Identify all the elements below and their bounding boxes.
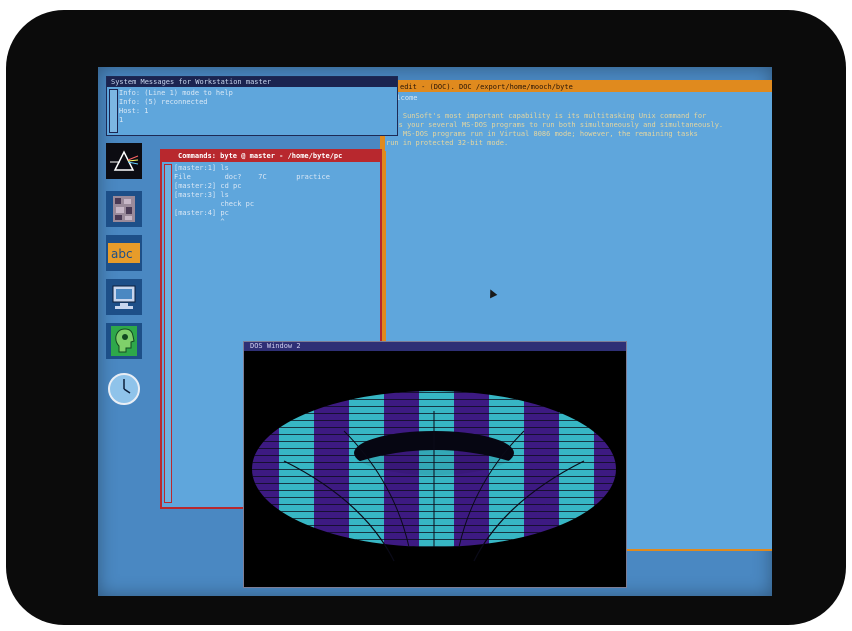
dos-window[interactable]: DOS Window 2 [243,341,627,588]
document-window-title[interactable]: edit - (DOC). DOC /export/home/mooch/byt… [382,82,772,92]
document-line: All MS-DOS programs run in Virtual 8086 … [386,130,698,138]
dos-window-title[interactable]: DOS Window 2 [244,342,626,351]
system-messages-title[interactable]: System Messages for Workstation master [107,77,397,87]
commands-scrollbar[interactable] [164,164,172,503]
command-line: ^ [174,218,225,226]
commands-output[interactable]: [master:1] ls File doc? 7C practice [mas… [174,164,330,227]
abc-icon[interactable]: abc [106,235,142,271]
command-line: File doc? 7C practice [174,173,330,181]
desktop-screen: edit - (DOC). DOC /export/home/mooch/byt… [98,67,772,596]
document-line: run in protected 32-bit mode. [386,139,509,147]
clock-icon[interactable] [106,371,142,407]
command-line: [master:4] pc [174,209,229,217]
document-body[interactable]: The SunSoft's most important capability … [386,112,723,148]
command-line: [master:3] ls [174,191,229,199]
svg-text:abc: abc [111,247,133,261]
monitor-icon[interactable] [106,279,142,315]
texture-icon[interactable] [106,191,142,227]
torus-graphic [252,391,616,562]
command-line: check pc [174,200,255,208]
system-messages-scrollbar[interactable] [109,89,118,133]
document-line: it's your several MS-DOS programs to run… [386,121,724,129]
document-line: The SunSoft's most important capability … [386,112,707,120]
command-line: [master:2] cd pc [174,182,242,190]
system-message-line: 1 [119,116,124,124]
command-line: [master:1] ls [174,164,229,172]
system-message-line: Info: (Line 1) mode to help [119,89,233,97]
system-message-line: Info: (5) reconnected [119,98,208,106]
monitor-bezel: edit - (DOC). DOC /export/home/mooch/byt… [6,10,846,625]
system-messages-window[interactable]: System Messages for Workstation master I… [106,76,398,136]
head-icon[interactable] [106,323,142,359]
system-message-line: Host: 1 [119,107,149,115]
commands-window-title[interactable]: Commands: byte @ master - /home/byte/pc [162,151,380,162]
prism-icon[interactable] [106,143,142,179]
